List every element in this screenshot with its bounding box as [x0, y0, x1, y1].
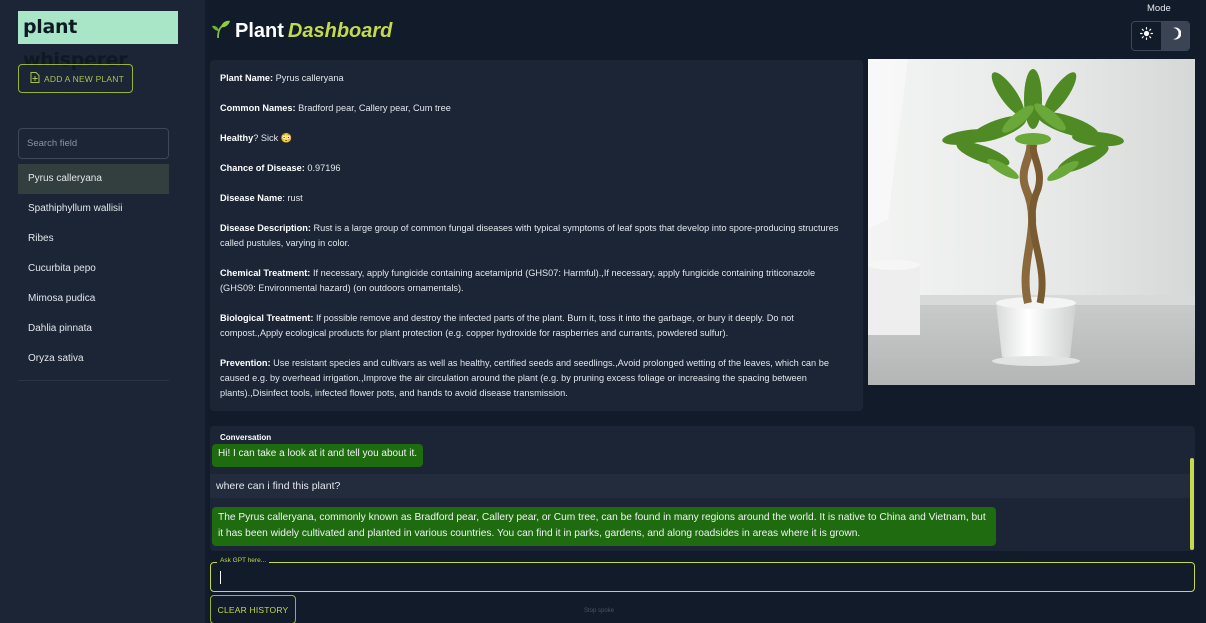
- plant-item-dahlia-pinnata[interactable]: Dahlia pinnata: [18, 314, 169, 344]
- mode-toggle: [1131, 21, 1190, 51]
- sidebar: plant whisperer ADD A NEW PLANT Pyrus ca…: [0, 0, 205, 623]
- common-names-label: Common Names:: [220, 103, 296, 113]
- plant-name-label: Plant Name:: [220, 73, 274, 83]
- prevention-value: Use resistant species and cultivars as w…: [220, 358, 829, 398]
- sun-icon: [1139, 27, 1153, 45]
- biological-treatment-label: Biological Treatment:: [220, 313, 314, 323]
- chance-value: 0.97196: [307, 163, 341, 173]
- disease-description-row: Disease Description: Rust is a large gro…: [220, 221, 853, 251]
- disease-name-value: : rust: [282, 193, 303, 203]
- chemical-treatment-row: Chemical Treatment: If necessary, apply …: [220, 266, 853, 296]
- user-message: where can i find this plant?: [210, 474, 1190, 498]
- disease-description-label: Disease Description:: [220, 223, 311, 233]
- dark-mode-button[interactable]: [1160, 22, 1189, 50]
- conversation-label: Conversation: [220, 433, 272, 442]
- assistant-message: The Pyrus calleryana, commonly known as …: [212, 507, 996, 546]
- ask-gpt-input[interactable]: Ask GPT here...: [210, 557, 1195, 592]
- plant-item-oryza-sativa[interactable]: Oryza sativa: [18, 344, 169, 374]
- title-plant: Plant: [235, 19, 284, 42]
- prevention-label: Prevention:: [220, 358, 271, 368]
- biological-treatment-row: Biological Treatment: If possible remove…: [220, 311, 853, 341]
- plant-name-value: Pyrus calleryana: [275, 73, 344, 83]
- divider: [18, 380, 169, 381]
- plant-photo: [868, 59, 1195, 385]
- plant-name-row: Plant Name: Pyrus calleryana: [220, 71, 853, 86]
- light-mode-button[interactable]: [1132, 22, 1161, 50]
- plant-item-spathiphyllum-wallisii[interactable]: Spathiphyllum wallisii: [18, 194, 169, 224]
- common-names-row: Common Names: Bradford pear, Callery pea…: [220, 101, 853, 116]
- add-plant-label: ADD A NEW PLANT: [44, 73, 124, 84]
- common-names-value: Bradford pear, Callery pear, Cum tree: [298, 103, 451, 113]
- conversation-panel: Conversation Hi! I can take a look at it…: [210, 426, 1195, 551]
- moon-icon: [1169, 27, 1182, 45]
- title-dashboard: Dashboard: [287, 19, 393, 42]
- plant-info-card: Plant Name: Pyrus calleryana Common Name…: [210, 60, 863, 411]
- add-file-icon: [30, 72, 40, 85]
- chemical-treatment-label: Chemical Treatment:: [220, 268, 311, 278]
- page-title: Plant Dashboard: [211, 16, 392, 46]
- healthy-value: ? Sick 😳: [253, 133, 293, 143]
- plant-item-pyrus-calleryana[interactable]: Pyrus calleryana: [18, 164, 169, 194]
- ask-gpt-label: Ask GPT here...: [217, 557, 270, 564]
- chance-label: Chance of Disease:: [220, 163, 305, 173]
- text-caret: [220, 571, 221, 584]
- chemical-treatment-value: If necessary, apply fungicide containing…: [220, 268, 816, 293]
- search-input[interactable]: [18, 128, 169, 159]
- prevention-row: Prevention: Use resistant species and cu…: [220, 356, 853, 401]
- disease-name-row: Disease Name: rust: [220, 191, 853, 206]
- healthy-label: Healthy: [220, 133, 254, 143]
- disease-name-label: Disease Name: [220, 193, 283, 203]
- clear-history-button[interactable]: CLEAR HISTORY: [210, 595, 296, 623]
- plant-item-cucurbita-pepo[interactable]: Cucurbita pepo: [18, 254, 169, 284]
- plant-list: Pyrus calleryana Spathiphyllum wallisii …: [18, 164, 169, 374]
- helper-text: Stop spoke: [584, 608, 615, 614]
- sprout-icon: [211, 19, 231, 44]
- app-logo[interactable]: plant whisperer: [18, 11, 178, 71]
- disease-description-value: Rust is a large group of common fungal d…: [220, 223, 839, 248]
- conversation-scrollbar[interactable]: [1190, 458, 1194, 550]
- assistant-message: Hi! I can take a look at it and tell you…: [212, 444, 424, 467]
- mode-label: Mode: [1147, 3, 1171, 14]
- healthy-row: Healthy? Sick 😳: [220, 131, 853, 146]
- add-plant-button[interactable]: ADD A NEW PLANT: [18, 64, 133, 93]
- plant-item-mimosa-pudica[interactable]: Mimosa pudica: [18, 284, 169, 314]
- plant-item-ribes[interactable]: Ribes: [18, 224, 169, 254]
- chance-row: Chance of Disease: 0.97196: [220, 161, 853, 176]
